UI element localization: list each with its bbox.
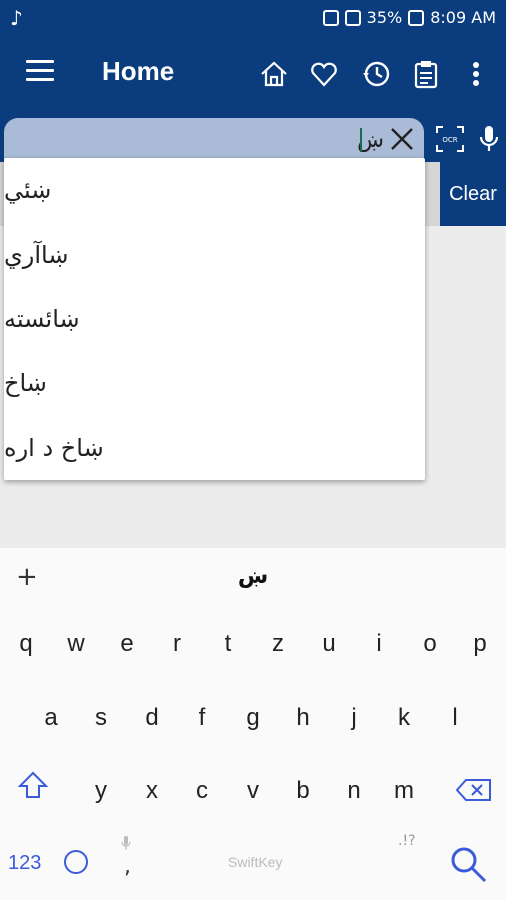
- search-key-icon[interactable]: [448, 844, 488, 884]
- key[interactable]: f: [190, 704, 214, 732]
- key[interactable]: e: [115, 630, 139, 658]
- prediction-bar: + ښ: [0, 548, 506, 608]
- home-icon[interactable]: [258, 58, 290, 90]
- key[interactable]: a: [39, 704, 63, 732]
- status-icons: 35% 8:09 AM: [322, 8, 496, 27]
- key[interactable]: k: [392, 704, 416, 732]
- search-input[interactable]: ښ: [4, 118, 424, 162]
- history-icon[interactable]: [360, 58, 392, 90]
- key[interactable]: z: [266, 630, 290, 658]
- phone-icon: [322, 9, 339, 26]
- key[interactable]: o: [418, 630, 442, 658]
- key[interactable]: b: [291, 777, 315, 805]
- space-bar[interactable]: SwiftKey: [228, 854, 282, 870]
- more-options-icon[interactable]: [460, 58, 492, 90]
- keyboard: + ښ q w e r t z u i o p a s d f g h j k …: [0, 548, 506, 900]
- key[interactable]: h: [291, 704, 315, 732]
- clock: 8:09 AM: [430, 8, 496, 27]
- key[interactable]: m: [392, 777, 416, 805]
- status-bar: ♪ 35% 8:09 AM: [0, 0, 506, 36]
- comma-key[interactable]: ,: [124, 854, 131, 879]
- key[interactable]: n: [342, 777, 366, 805]
- clear-text-icon[interactable]: [388, 124, 416, 154]
- microphone-icon[interactable]: [478, 124, 500, 154]
- suggestion-item[interactable]: ښاخ د اره: [4, 416, 425, 480]
- svg-text:OCR: OCR: [442, 136, 457, 144]
- emoji-icon[interactable]: [64, 850, 88, 874]
- search-row: ښ OCR: [0, 114, 506, 162]
- shift-key-icon[interactable]: [18, 770, 48, 800]
- suggestion-dropdown: ښئي ښاآري ښائسته ښاخ ښاخ د اره: [4, 158, 425, 480]
- suggestion-item[interactable]: ښاخ: [4, 351, 425, 415]
- app-bar: Home: [0, 36, 506, 114]
- key[interactable]: p: [468, 630, 492, 658]
- ocr-scan-icon[interactable]: OCR: [436, 126, 464, 152]
- key[interactable]: v: [241, 777, 265, 805]
- suggestion-item[interactable]: ښئي: [4, 158, 425, 222]
- battery-icon: [408, 9, 425, 26]
- clipboard-icon[interactable]: [410, 58, 442, 90]
- signal-icon: [344, 9, 361, 26]
- key[interactable]: j: [342, 704, 366, 732]
- key[interactable]: r: [165, 630, 189, 658]
- suggestion-item[interactable]: ښاآري: [4, 222, 425, 286]
- key[interactable]: d: [140, 704, 164, 732]
- key[interactable]: t: [216, 630, 240, 658]
- key[interactable]: y: [89, 777, 113, 805]
- key[interactable]: x: [140, 777, 164, 805]
- clear-button[interactable]: Clear: [440, 162, 506, 226]
- battery-level: 35%: [366, 8, 403, 27]
- punctuation-key[interactable]: .!?: [398, 834, 416, 848]
- key[interactable]: u: [317, 630, 341, 658]
- key[interactable]: w: [64, 630, 88, 658]
- backspace-icon[interactable]: [456, 778, 492, 802]
- key[interactable]: s: [89, 704, 113, 732]
- music-note-icon: ♪: [10, 6, 23, 30]
- numbers-key[interactable]: 123: [8, 852, 41, 875]
- favorite-heart-icon[interactable]: [308, 58, 340, 90]
- key[interactable]: i: [367, 630, 391, 658]
- voice-input-icon: [121, 836, 131, 850]
- key[interactable]: q: [14, 630, 38, 658]
- text-cursor: [360, 128, 362, 152]
- menu-icon[interactable]: [26, 60, 54, 88]
- key[interactable]: l: [443, 704, 467, 732]
- page-title: Home: [102, 56, 175, 86]
- suggestion-item[interactable]: ښائسته: [4, 287, 425, 351]
- key[interactable]: g: [241, 704, 265, 732]
- key[interactable]: c: [190, 777, 214, 805]
- prediction-word[interactable]: ښ: [0, 564, 506, 589]
